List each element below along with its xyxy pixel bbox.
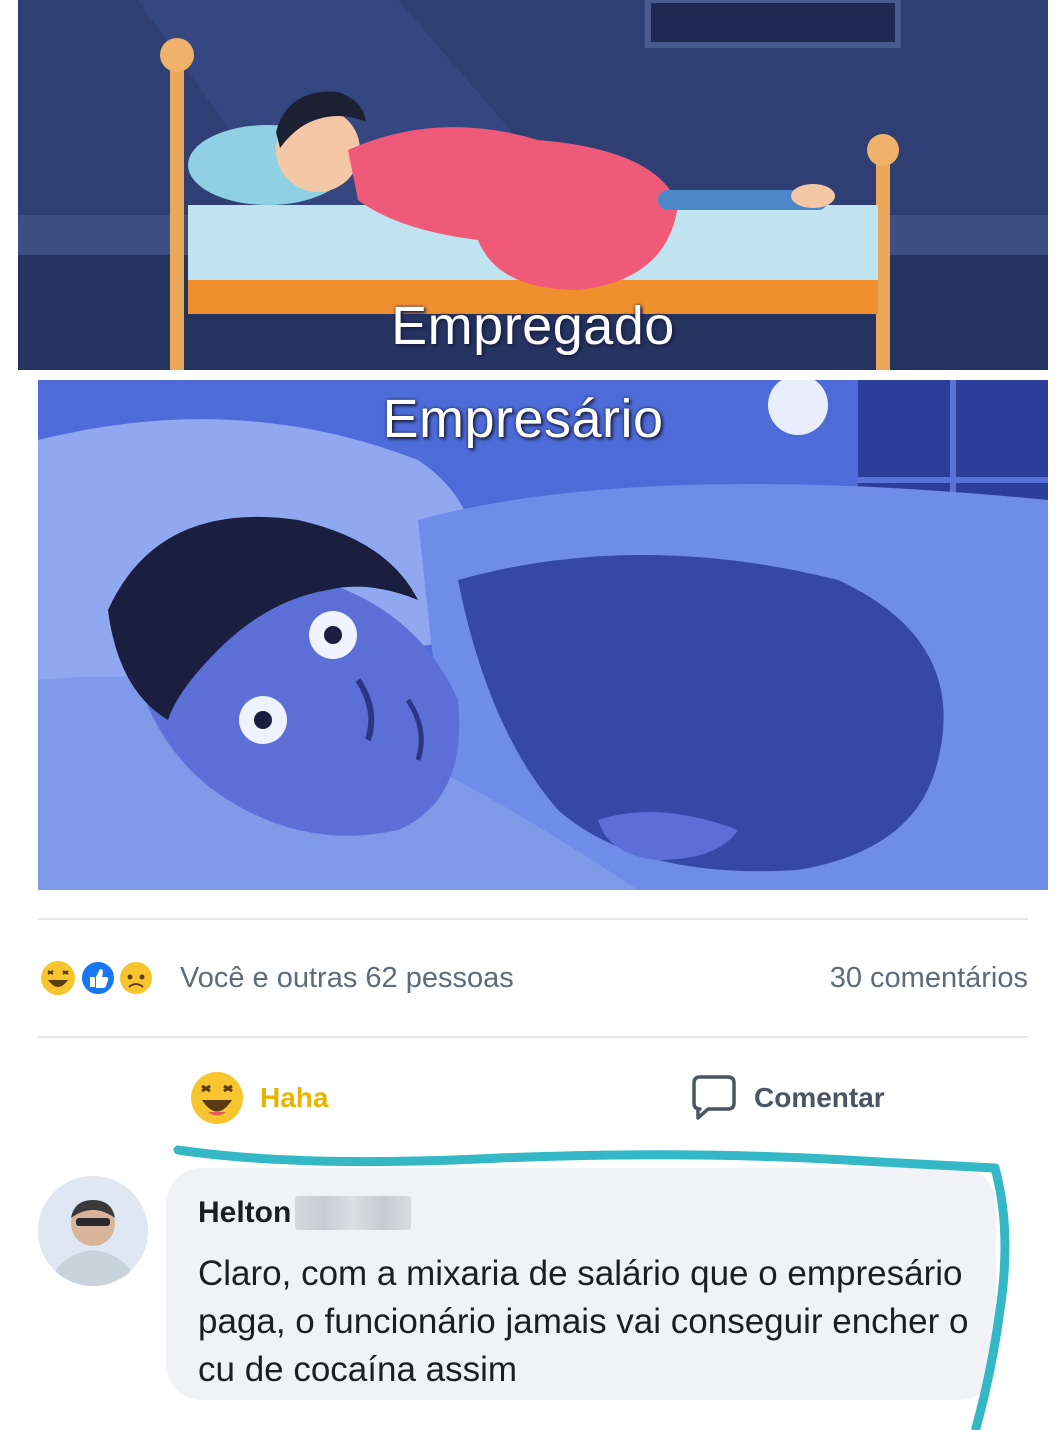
comments-count[interactable]: 30 comentários bbox=[830, 962, 1028, 995]
divider bbox=[38, 918, 1028, 920]
haha-icon bbox=[191, 1072, 243, 1124]
comment-text: Claro, com a mixaria de salário que o em… bbox=[198, 1254, 969, 1389]
comment-label: Comentar bbox=[754, 1082, 885, 1113]
comment-author-row: Helton bbox=[198, 1196, 412, 1230]
sad-icon bbox=[118, 960, 154, 996]
comment-bubble-icon bbox=[692, 1075, 736, 1120]
comment-author-name[interactable]: Helton bbox=[198, 1196, 291, 1230]
blurred-surname bbox=[295, 1196, 412, 1230]
meme-image-businessman: Empresário bbox=[38, 380, 1048, 890]
post-actions: Haha Comentar bbox=[38, 1058, 1028, 1138]
avatar[interactable] bbox=[38, 1176, 148, 1286]
divider bbox=[38, 1036, 1028, 1038]
like-icon bbox=[80, 960, 116, 996]
sleepless-businessman-illustration bbox=[38, 380, 1048, 890]
caption-businessman: Empresário bbox=[382, 389, 664, 449]
reactions-summary-row[interactable]: Você e outras 62 pessoas 30 comentários bbox=[38, 950, 1028, 1004]
caption-employee: Empregado bbox=[391, 296, 675, 356]
comment-button[interactable]: Comentar bbox=[686, 1066, 885, 1130]
comment-bubble: Helton Claro, com a mixaria de salário q… bbox=[166, 1168, 996, 1400]
meme-image-employee: Empregado bbox=[18, 0, 1048, 370]
reaction-icons[interactable] bbox=[38, 958, 178, 998]
haha-label: Haha bbox=[260, 1082, 329, 1113]
reaction-summary-text[interactable]: Você e outras 62 pessoas bbox=[180, 962, 514, 995]
comment: Helton Claro, com a mixaria de salário q… bbox=[38, 1168, 1028, 1418]
haha-reaction-button[interactable]: Haha bbox=[188, 1066, 328, 1130]
haha-icon bbox=[41, 961, 75, 995]
